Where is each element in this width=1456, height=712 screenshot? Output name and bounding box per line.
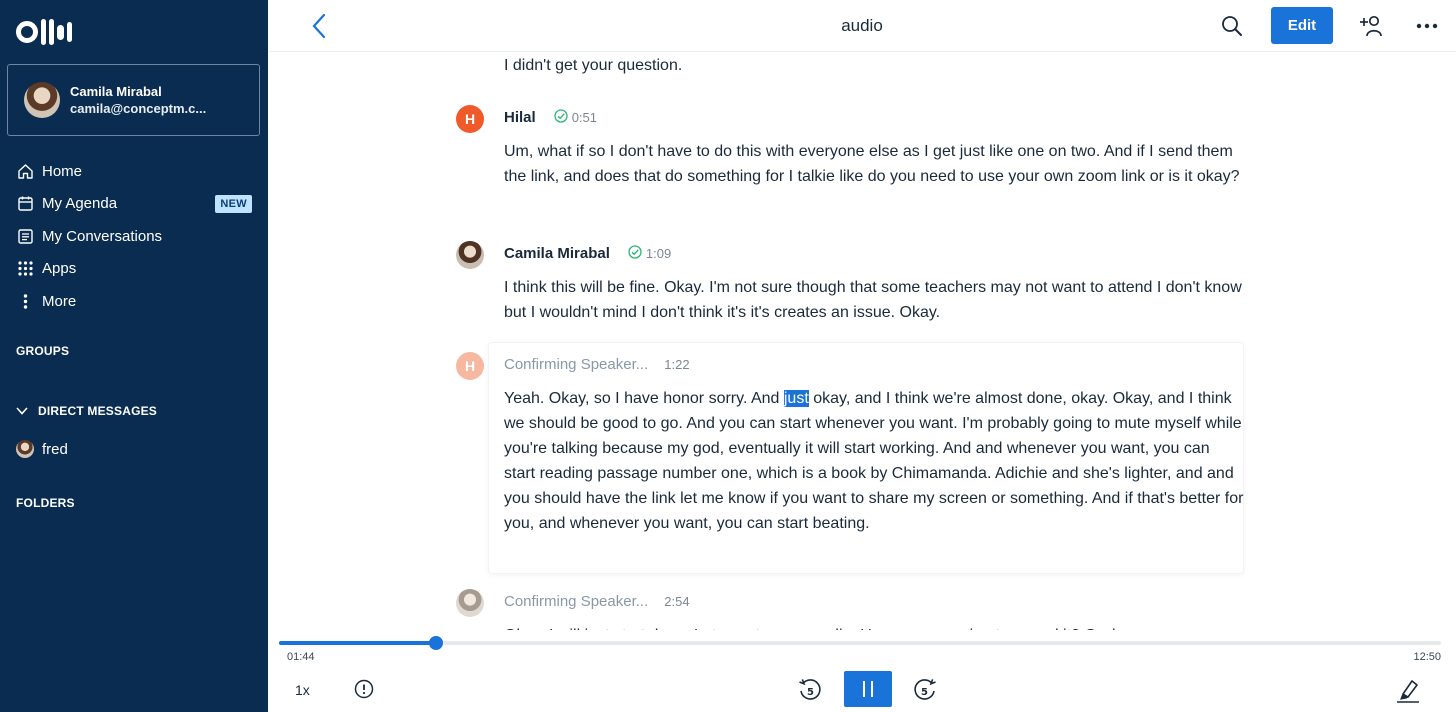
avatar — [24, 82, 60, 118]
total-duration: 12:50 — [1413, 651, 1441, 663]
direct-messages-section-header[interactable]: DIRECT MESSAGES — [16, 404, 157, 418]
timestamp-text: 1:09 — [645, 245, 672, 261]
calendar-icon — [16, 195, 34, 213]
sidebar-item-more[interactable]: More — [16, 285, 252, 318]
home-icon — [16, 162, 34, 180]
rewind-button[interactable]: 5 — [797, 677, 823, 703]
text-after: okay, and I think we're almost done, oka… — [504, 390, 1244, 532]
otter-logo[interactable] — [16, 17, 72, 47]
sidebar-item-label: Apps — [42, 260, 77, 278]
sidebar-item-label: My Conversations — [42, 227, 163, 245]
text-before: Yeah. Okay, so I have honor sorry. And — [504, 390, 784, 407]
groups-section-header[interactable]: GROUPS — [16, 344, 69, 358]
pause-button[interactable] — [844, 671, 892, 707]
speaker-name[interactable]: Confirming Speaker... — [504, 356, 648, 373]
highlight-tool-button[interactable] — [1395, 676, 1421, 704]
sidebar: Camila Mirabal camila@conceptm.c... Home… — [0, 0, 268, 712]
user-email: camila@conceptm.c... — [70, 101, 207, 116]
sidebar-item-my-agenda[interactable]: My Agenda NEW — [16, 188, 252, 221]
speaker-name[interactable]: Camila Mirabal — [504, 245, 610, 262]
pause-icon-bar — [863, 681, 865, 697]
folders-section-header[interactable]: FOLDERS — [16, 496, 75, 510]
sidebar-item-label: My Agenda — [42, 195, 118, 213]
audio-player: 01:44 12:50 1x 5 5 — [268, 630, 1456, 712]
edit-button[interactable]: Edit — [1271, 7, 1333, 44]
more-vertical-icon — [16, 292, 34, 310]
verified-check-icon — [554, 108, 568, 126]
transcript-segment: Camila Mirabal 1:09 I think this will be… — [456, 241, 1244, 325]
search-button[interactable] — [1220, 14, 1244, 38]
sidebar-item-home[interactable]: Home — [16, 155, 252, 188]
progress-fill — [279, 641, 436, 645]
sidebar-item-apps[interactable]: Apps — [16, 253, 252, 286]
apps-grid-icon — [16, 260, 34, 278]
more-horizontal-icon — [1415, 23, 1439, 42]
dm-name: fred — [42, 440, 68, 458]
segment-timestamp[interactable]: 2:54 — [664, 594, 689, 609]
more-options-button[interactable] — [1415, 14, 1439, 38]
transcript-segment-active: H Confirming Speaker... 1:22 Yeah. Okay,… — [456, 352, 1244, 536]
sidebar-item-label: Home — [42, 162, 83, 180]
transcript-segment: I didn't get your question. — [504, 52, 1244, 78]
segment-text[interactable]: Yeah. Okay, so I have honor sorry. And j… — [504, 386, 1244, 536]
highlighter-icon — [1395, 680, 1421, 708]
current-time: 01:44 — [287, 651, 315, 663]
conversations-icon — [16, 227, 34, 245]
forward-seconds: 5 — [921, 687, 928, 698]
new-badge: NEW — [215, 194, 252, 213]
speaker-avatar[interactable]: H — [456, 105, 484, 133]
pause-icon-bar — [871, 681, 873, 697]
sidebar-item-my-conversations[interactable]: My Conversations — [16, 220, 252, 253]
user-profile-card[interactable]: Camila Mirabal camila@conceptm.c... — [7, 64, 260, 136]
speaker-name[interactable]: Hilal — [504, 109, 536, 126]
segment-timestamp[interactable]: 1:09 — [628, 244, 672, 262]
sidebar-item-label: More — [42, 292, 77, 310]
forward-5-icon: 5 — [912, 679, 938, 707]
progress-track[interactable] — [279, 636, 1441, 650]
segment-timestamp[interactable]: 0:51 — [554, 108, 597, 126]
rewind-seconds: 5 — [807, 687, 814, 698]
user-name: Camila Mirabal — [70, 84, 162, 99]
segment-timestamp[interactable]: 1:22 — [664, 357, 689, 372]
avatar — [16, 440, 34, 458]
add-person-icon — [1358, 15, 1384, 43]
timestamp-text: 0:51 — [571, 109, 597, 125]
segment-text[interactable]: Um, what if so I don't have to do this w… — [504, 139, 1244, 189]
current-word-highlight[interactable]: just — [783, 390, 809, 407]
speaker-avatar[interactable] — [456, 589, 484, 617]
verified-check-icon — [628, 244, 642, 262]
speaker-name[interactable]: Confirming Speaker... — [504, 593, 648, 610]
sidebar-nav: Home My Agenda NEW My Conversations Apps — [16, 155, 252, 318]
chevron-down-icon — [16, 404, 28, 418]
speaker-avatar[interactable]: H — [456, 352, 484, 380]
progress-handle[interactable] — [428, 636, 443, 650]
add-person-button[interactable] — [1358, 13, 1384, 39]
playback-speed-button[interactable]: 1x — [295, 682, 310, 698]
forward-button[interactable]: 5 — [912, 677, 938, 703]
segment-text[interactable]: I didn't get your question. — [504, 53, 1244, 78]
search-icon — [1220, 16, 1244, 42]
info-icon — [354, 679, 374, 703]
speaker-avatar[interactable] — [456, 241, 484, 269]
transcript-panel[interactable]: I didn't get your question. H Hilal 0:51… — [268, 52, 1456, 640]
rewind-5-icon: 5 — [797, 679, 823, 707]
direct-messages-label: DIRECT MESSAGES — [38, 404, 158, 418]
top-header: audio Edit — [268, 0, 1456, 52]
dm-item-fred[interactable]: fred — [16, 440, 68, 458]
info-button[interactable] — [354, 679, 374, 699]
segment-text[interactable]: I think this will be fine. Okay. I'm not… — [504, 275, 1244, 325]
transcript-segment: H Hilal 0:51 Um, what if so I don't have… — [456, 105, 1244, 189]
